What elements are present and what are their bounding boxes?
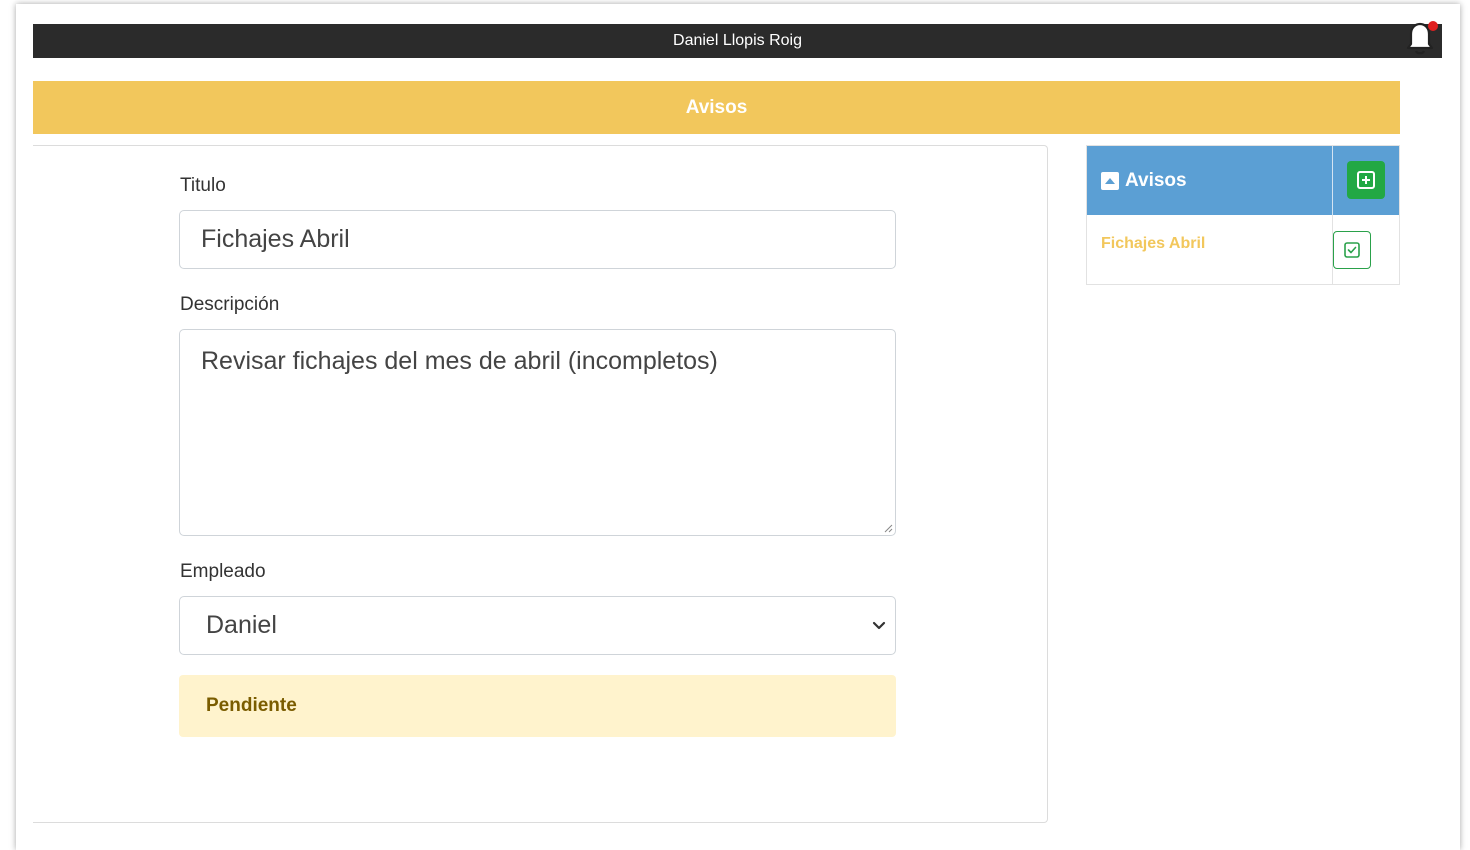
- complete-notice-button[interactable]: [1333, 231, 1371, 269]
- resize-handle-icon[interactable]: [883, 523, 893, 533]
- check-square-icon: [1344, 242, 1360, 258]
- sidebar-header: Avisos: [1087, 146, 1399, 215]
- sidebar-header-title[interactable]: Avisos: [1101, 146, 1187, 215]
- section-banner: Avisos: [33, 81, 1400, 134]
- description-label: Descripción: [180, 294, 280, 315]
- description-value: Revisar fichajes del mes de abril (incom…: [201, 347, 718, 375]
- add-notice-button[interactable]: [1347, 161, 1385, 199]
- title-label: Titulo: [180, 175, 226, 196]
- sidebar-item-fichajes-abril[interactable]: Fichajes Abril: [1101, 235, 1205, 253]
- title-input[interactable]: Fichajes Abril: [179, 210, 896, 269]
- title-input-value: Fichajes Abril: [201, 225, 350, 253]
- employee-select[interactable]: Daniel: [179, 596, 896, 655]
- chevron-down-icon: [872, 621, 886, 630]
- employee-select-value: Daniel: [206, 611, 277, 639]
- banner-title: Avisos: [685, 96, 748, 118]
- employee-label: Empleado: [180, 561, 266, 582]
- header-divider: [1332, 146, 1333, 215]
- plus-square-icon: [1357, 171, 1375, 189]
- bell-icon[interactable]: [1400, 18, 1440, 58]
- status-alert: Pendiente: [179, 675, 896, 737]
- top-navbar: Daniel Llopis Roig: [33, 24, 1442, 58]
- status-text: Pendiente: [206, 695, 297, 716]
- user-name: Daniel Llopis Roig: [673, 32, 802, 49]
- sidebar-header-label: Avisos: [1125, 169, 1187, 191]
- notices-sidebar-table: Avisos Fichajes Abril: [1086, 145, 1400, 285]
- caret-square-up-icon[interactable]: [1101, 171, 1119, 190]
- description-textarea[interactable]: Revisar fichajes del mes de abril (incom…: [179, 329, 896, 536]
